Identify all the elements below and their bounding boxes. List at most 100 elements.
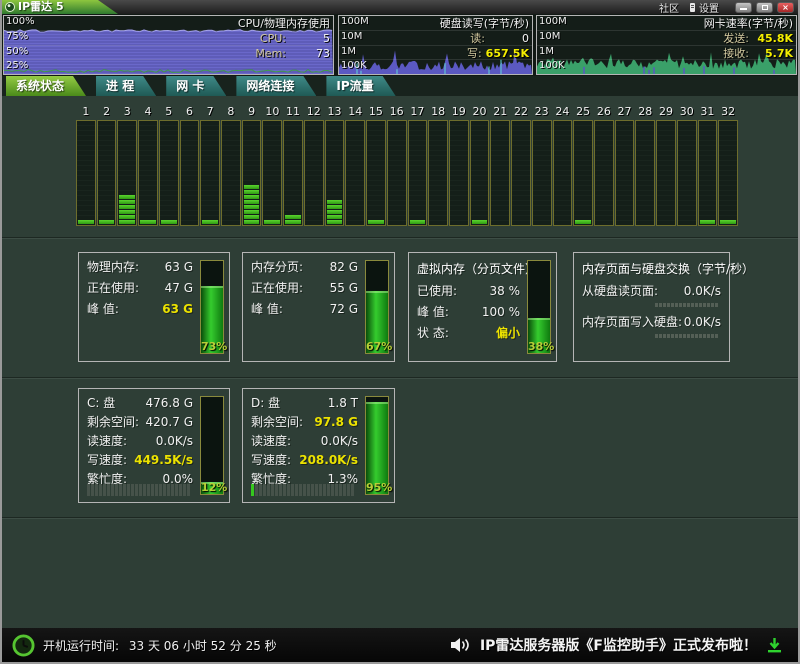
settings-link[interactable]: 设置 <box>689 0 719 15</box>
cpu-core-meter: 15 <box>366 105 386 226</box>
section-divider <box>2 237 798 239</box>
app-window: IP雷达 5 社区 设置 × 100%75%50%25% <box>0 0 800 664</box>
panel-row: 剩余空间:420.7 G <box>87 415 193 429</box>
panel-row: 峰 值:63 G <box>87 302 193 316</box>
minimize-button[interactable] <box>735 2 752 13</box>
maximize-button[interactable] <box>756 2 773 13</box>
cpu-core-meter: 8 <box>221 105 241 226</box>
cpu-core-meter: 24 <box>553 105 573 226</box>
cpu-core-meter: 17 <box>408 105 428 226</box>
cpu-core-meter: 27 <box>615 105 635 226</box>
panel-row: 物理内存:63 G <box>87 260 193 274</box>
cpu-core-meter: 1 <box>76 105 96 226</box>
settings-label: 设置 <box>699 0 719 15</box>
panel-row: 写速度:449.5K/s <box>87 453 193 467</box>
titlebar-brand: IP雷达 5 <box>2 0 118 14</box>
close-icon: × <box>782 3 789 12</box>
cpu-core-meter: 9 <box>242 105 262 226</box>
panel-row: 正在使用:55 G <box>251 281 358 295</box>
panel-row: 峰 值:100 % <box>417 305 520 319</box>
tab-system-status[interactable]: 系统状态 <box>6 76 86 96</box>
cpu-core-meter: 28 <box>635 105 655 226</box>
cpu-core-meter: 11 <box>283 105 303 226</box>
cpu-core-meter: 16 <box>387 105 407 226</box>
download-icon[interactable] <box>767 637 782 653</box>
tab-network-card[interactable]: 网 卡 <box>166 76 226 96</box>
uptime-value: 33 天 06 小时 52 分 25 秒 <box>129 639 277 653</box>
cpu-core-meter: 4 <box>138 105 158 226</box>
maximize-icon <box>762 5 768 10</box>
cpu-core-meter: 32 <box>718 105 738 226</box>
cpu-core-meter: 26 <box>594 105 614 226</box>
panel-row: 峰 值:72 G <box>251 302 358 316</box>
community-link[interactable]: 社区 <box>659 0 679 15</box>
panel-row: 写速度:208.0K/s <box>251 453 358 467</box>
cpu-core-meters: 1234567891011121314151617181920212223242… <box>76 105 738 226</box>
tab-ip-traffic[interactable]: IP流量 <box>326 76 395 96</box>
page-swap-title: 内存页面与硬盘交换（字节/秒） <box>582 260 721 277</box>
disk-d-panel: D: 盘1.8 T 剩余空间:97.8 G 读速度:0.0K/s 写速度:208.0K… <box>242 388 395 503</box>
cpu-core-meter: 5 <box>159 105 179 226</box>
panel-row: 内存分页:82 G <box>251 260 358 274</box>
disk-io-graph-panel: 100M10M1M100K 硬盘读写(字节/秒) 读:0写:657.5K <box>338 15 533 75</box>
uptime-text: 开机运行时间: 33 天 06 小时 52 分 25 秒 <box>43 637 277 654</box>
physical-memory-bar: 73% <box>200 260 224 354</box>
physical-memory-panel: 物理内存:63 G 正在使用:47 G 峰 值:63 G 73% <box>78 252 230 362</box>
cpu-core-meter: 30 <box>677 105 697 226</box>
disk-c-panel: C: 盘476.8 G 剩余空间:420.7 G 读速度:0.0K/s 写速度:449… <box>78 388 230 503</box>
titlebar: IP雷达 5 社区 设置 × <box>2 0 798 14</box>
memory-paging-panel: 内存分页:82 G 正在使用:55 G 峰 值:72 G 67% <box>242 252 395 362</box>
section-divider <box>2 377 798 379</box>
panel-row: 正在使用:47 G <box>87 281 193 295</box>
virtual-memory-panel: 虚拟内存（分页文件） 已使用:38 %峰 值:100 %状 态:偏小 38% <box>408 252 557 362</box>
graph-strip: 100%75%50%25% CPU/物理内存使用 CPU:5Mem:73 100… <box>2 14 798 76</box>
settings-icon <box>689 3 696 12</box>
disk-c-usage-bar: 12% <box>200 396 224 495</box>
disk-io-graph <box>339 15 532 74</box>
cpu-core-meter: 23 <box>532 105 552 226</box>
announcement-text[interactable]: IP雷达服务器版《F监控助手》正式发布啦！ <box>480 635 757 655</box>
disk-d-usage-bar: 95% <box>365 396 389 495</box>
uptime-clock-icon <box>12 634 35 657</box>
cpu-memory-graph <box>4 15 333 74</box>
panel-row: 内存页面写入硬盘:0.0K/s <box>582 315 721 329</box>
cpu-core-meter: 6 <box>180 105 200 226</box>
close-button[interactable]: × <box>777 2 794 13</box>
virtual-memory-bar: 38% <box>527 260 551 354</box>
disk-d-busy-meter <box>251 484 354 496</box>
activity-mini-meter <box>655 334 719 338</box>
cpu-core-meter: 12 <box>304 105 324 226</box>
cpu-core-meter: 31 <box>698 105 718 226</box>
cpu-core-meter: 29 <box>656 105 676 226</box>
cpu-core-meter: 19 <box>449 105 469 226</box>
panel-row: D: 盘1.8 T <box>251 396 358 410</box>
uptime-label: 开机运行时间: <box>43 639 119 653</box>
tab-network-connections[interactable]: 网络连接 <box>236 76 316 96</box>
panel-row: 读速度:0.0K/s <box>87 434 193 448</box>
page-swap-panel: 内存页面与硬盘交换（字节/秒） 从硬盘读页面:0.0K/s内存页面写入硬盘:0.… <box>573 252 730 362</box>
activity-mini-meter <box>655 303 719 307</box>
cpu-core-meter: 3 <box>117 105 137 226</box>
cpu-core-meter: 2 <box>97 105 117 226</box>
cpu-core-meter: 18 <box>428 105 448 226</box>
cpu-core-meter: 25 <box>573 105 593 226</box>
cpu-memory-graph-panel: 100%75%50%25% CPU/物理内存使用 CPU:5Mem:73 <box>3 15 334 75</box>
memory-paging-bar: 67% <box>365 260 389 354</box>
panel-row: 剩余空间:97.8 G <box>251 415 358 429</box>
cpu-core-meter: 20 <box>470 105 490 226</box>
system-status-page: 1234567891011121314151617181920212223242… <box>2 96 798 628</box>
disk-c-busy-meter <box>87 484 190 496</box>
panel-row: 已使用:38 % <box>417 284 520 298</box>
cpu-core-meter: 14 <box>345 105 365 226</box>
panel-row: 读速度:0.0K/s <box>251 434 358 448</box>
statusbar: 开机运行时间: 33 天 06 小时 52 分 25 秒 IP雷达服务器版《F监… <box>2 628 798 662</box>
tab-processes[interactable]: 进 程 <box>96 76 156 96</box>
panel-row: C: 盘476.8 G <box>87 396 193 410</box>
speaker-icon[interactable] <box>451 637 470 653</box>
tabbar: 系统状态 进 程 网 卡 网络连接 IP流量 <box>2 76 798 96</box>
panel-row: 状 态:偏小 <box>417 326 520 340</box>
app-title: IP雷达 5 <box>18 0 64 14</box>
network-graph <box>537 15 796 74</box>
section-divider <box>2 517 798 519</box>
cpu-core-meter: 10 <box>262 105 282 226</box>
